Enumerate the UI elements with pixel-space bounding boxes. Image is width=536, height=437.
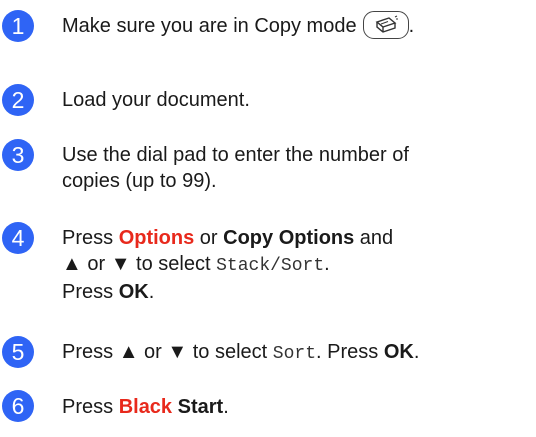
down-arrow-icon: ▼: [110, 253, 131, 275]
copy-mode-button-icon: [362, 10, 409, 39]
step-3-line-2: copies (up to 99).: [62, 170, 217, 192]
step-4-period-2: .: [148, 281, 155, 303]
down-arrow-icon: ▼: [167, 341, 188, 363]
copy-options-key-label: Copy Options: [223, 227, 355, 249]
step-3-text: Use the dial pad to enter the number of …: [62, 142, 409, 194]
sort-menu-option: Sort: [272, 344, 317, 364]
step-5-to-select: to select: [187, 341, 273, 363]
step-number-5: 5: [2, 336, 34, 368]
step-5-text: Press ▲ or ▼ to select Sort. Press OK.: [62, 339, 419, 367]
step-5-or: or: [138, 341, 168, 363]
ok-key-label: OK: [383, 341, 414, 363]
up-arrow-icon: ▲: [118, 341, 139, 363]
step-1-period: .: [408, 15, 415, 37]
step-4-press: Press: [62, 227, 119, 249]
up-arrow-icon: ▲: [62, 253, 82, 275]
step-6-text: Press Black Start.: [62, 394, 229, 420]
ok-key-label: OK: [118, 281, 149, 303]
black-key-label: Black: [118, 396, 173, 418]
instruction-page: { "steps": [ { "number": "1", "text": "M…: [0, 0, 536, 437]
start-key-label: Start: [177, 396, 224, 418]
step-1-instruction: Make sure you are in Copy mode: [62, 15, 357, 37]
step-number-1: 1: [2, 10, 34, 42]
step-5-press-ok: . Press: [316, 341, 384, 363]
options-key-label: Options: [118, 227, 195, 249]
step-4-line-1: Press Options or Copy Options and: [62, 225, 393, 251]
step-4-period: .: [324, 253, 330, 275]
step-4-or-2: or: [81, 253, 111, 275]
step-5-press: Press: [62, 341, 119, 363]
stack-sort-menu-option: Stack/Sort: [216, 256, 325, 276]
step-4-or: or: [194, 227, 224, 249]
step-1-text: Make sure you are in Copy mode .: [62, 10, 415, 39]
step-4-to-select: to select: [130, 253, 217, 275]
step-4-press-2: Press: [62, 281, 119, 303]
step-4-line-3: Press OK.: [62, 279, 393, 305]
step-4-text: Press Options or Copy Options and ▲ or ▼…: [62, 225, 393, 305]
step-2-text: Load your document.: [62, 89, 250, 111]
step-number-6: 6: [2, 390, 34, 422]
step-6-press: Press: [62, 396, 119, 418]
step-number-3: 3: [2, 139, 34, 171]
step-5-period: .: [413, 341, 420, 363]
step-number-2: 2: [2, 84, 34, 116]
step-6-period: .: [223, 396, 229, 418]
step-3-line-1: Use the dial pad to enter the number of: [62, 144, 409, 166]
step-number-4: 4: [2, 222, 34, 254]
step-4-line-2: ▲ or ▼ to select Stack/Sort.: [62, 251, 393, 279]
step-4-and: and: [354, 227, 394, 249]
